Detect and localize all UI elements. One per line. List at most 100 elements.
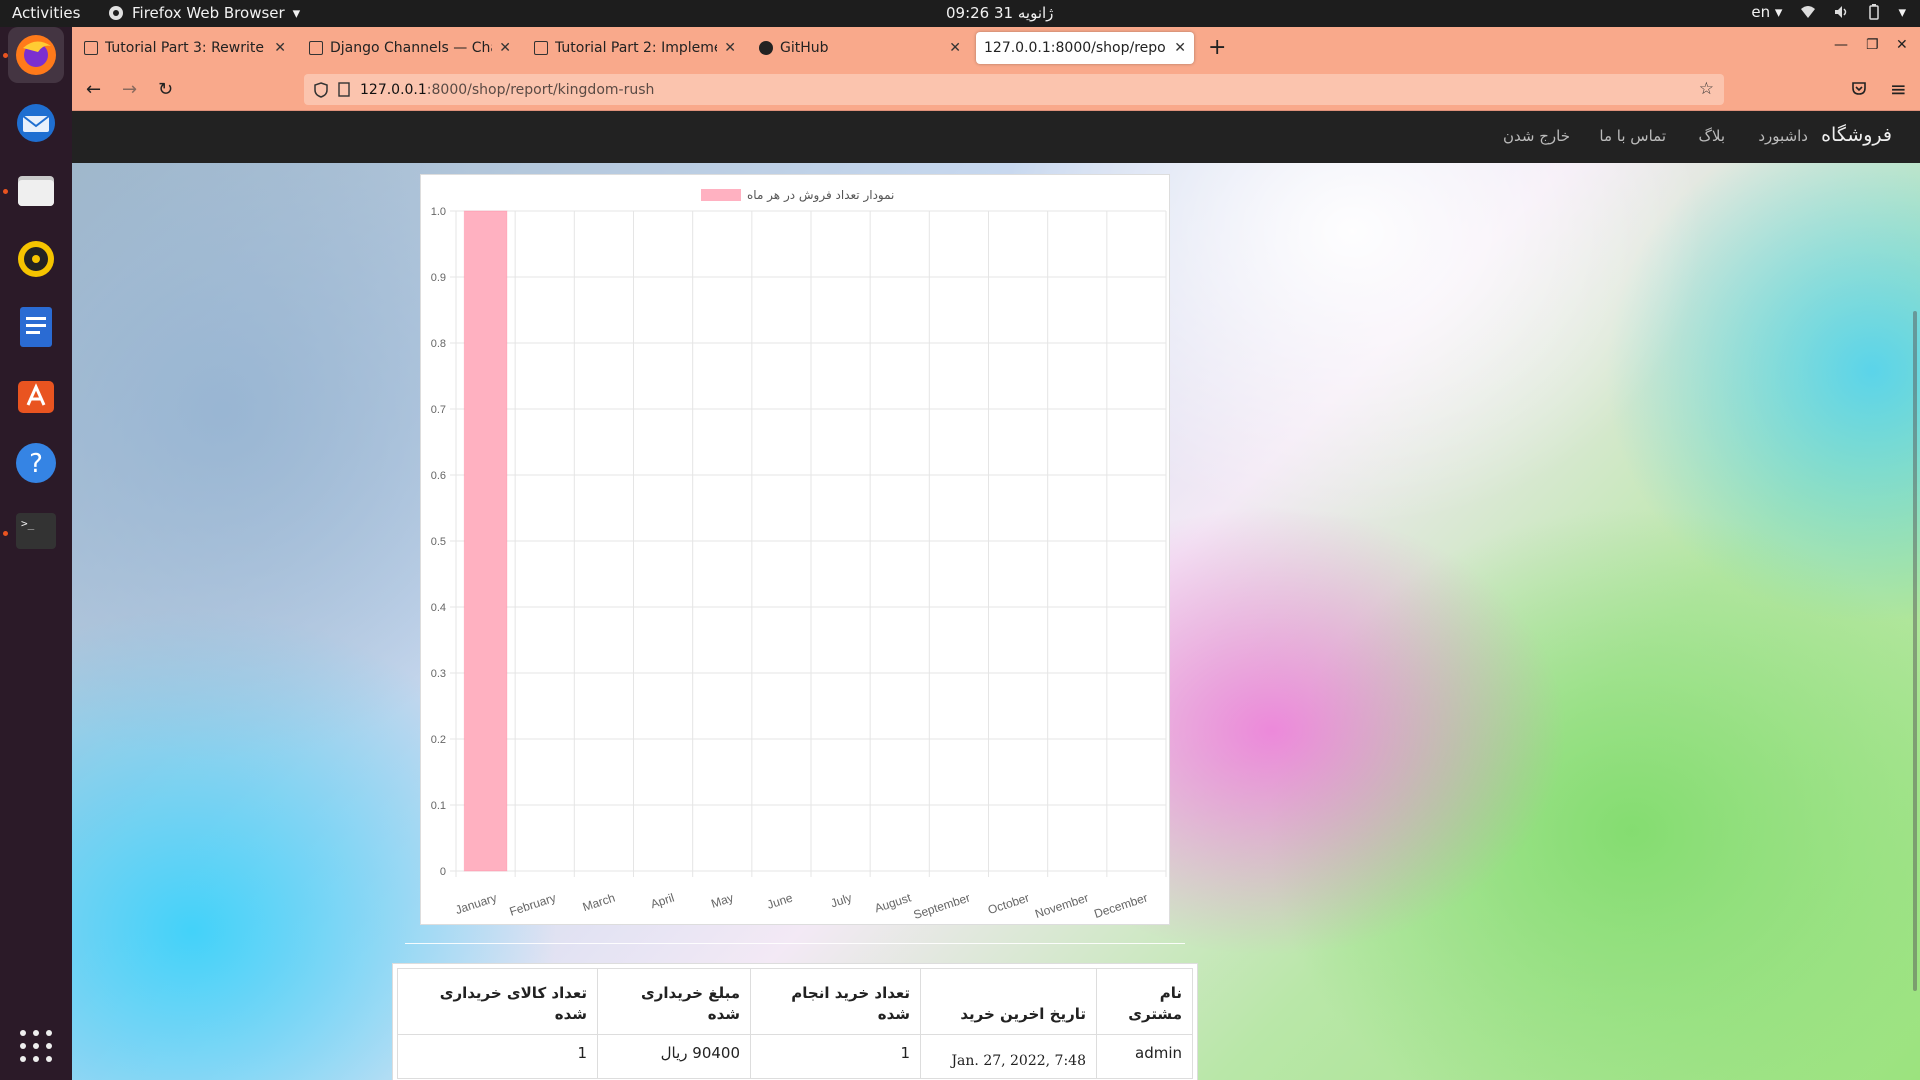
dock-help[interactable]: ? <box>8 435 64 491</box>
system-tray[interactable]: en ▾ ▾ <box>1751 3 1906 21</box>
x-tick-label: May <box>709 891 735 911</box>
col-header-customer: نام مشتری <box>1096 968 1193 1035</box>
close-icon[interactable]: ✕ <box>724 40 736 56</box>
new-tab-button[interactable]: + <box>1208 35 1226 60</box>
ubuntu-dock: ? >_ <box>0 27 72 1080</box>
dock-rhythmbox[interactable] <box>8 231 64 287</box>
tab-tutorial-part-3[interactable]: Tutorial Part 3: Rewrite C ✕ <box>76 32 294 64</box>
svg-text:?: ? <box>29 449 43 479</box>
tab-title: Django Channels — Chan <box>330 40 493 56</box>
cell-customer: admin <box>1096 1034 1193 1079</box>
wifi-icon <box>1801 6 1816 18</box>
firefox-small-icon <box>109 6 123 20</box>
x-tick-label: April <box>649 891 676 912</box>
x-tick-label: March <box>581 891 617 915</box>
x-tick-label: January <box>454 891 499 918</box>
reload-button[interactable]: ↻ <box>158 79 173 100</box>
files-icon <box>18 176 54 206</box>
show-apps-button[interactable] <box>20 1030 52 1062</box>
close-window-button[interactable]: ✕ <box>1896 37 1908 53</box>
x-tick-label: September <box>912 891 972 922</box>
shield-icon[interactable] <box>314 81 328 98</box>
page-icon[interactable] <box>338 82 350 97</box>
system-top-bar: Activities Firefox Web Browser ▾ 09:26 ژ… <box>0 0 1920 27</box>
lang-indicator[interactable]: en ▾ <box>1751 3 1782 21</box>
site-brand[interactable]: فروشگاه <box>1821 124 1892 146</box>
battery-icon <box>1869 4 1880 20</box>
x-tick-label: August <box>873 890 913 915</box>
x-tick-label: December <box>1092 891 1149 921</box>
table-header-row: نام مشتری تاریخ اخرین خرید تعداد خرید ان… <box>397 968 1193 1035</box>
close-icon[interactable]: ✕ <box>1174 40 1186 56</box>
clock[interactable]: 09:26 ژانویه 31 <box>946 4 1053 22</box>
cell-last-purchase: Jan. 27, 2022, 7:48 <box>920 1034 1097 1079</box>
x-tick-label: June <box>765 890 794 911</box>
page-content: فروشگاه داشبورد بلاگ تماس با ما خارج شدن… <box>72 111 1920 1080</box>
col-header-amount: مبلغ خریداری شده <box>597 968 751 1035</box>
y-tick-label: 0 <box>440 866 446 878</box>
nav-link-contact[interactable]: تماس با ما <box>1599 127 1666 145</box>
tab-shop-report[interactable]: 127.0.0.1:8000/shop/report/ ✕ <box>976 32 1194 64</box>
scrollbar-thumb[interactable] <box>1913 311 1917 991</box>
doc-icon <box>309 41 323 55</box>
close-icon[interactable]: ✕ <box>274 40 286 56</box>
app-menu[interactable]: Firefox Web Browser ▾ <box>108 4 300 22</box>
legend-label: نمودار تعداد فروش در هر ماه <box>747 188 894 203</box>
dock-thunderbird[interactable] <box>8 95 64 151</box>
dock-terminal[interactable]: >_ <box>8 503 64 559</box>
table-row: admin Jan. 27, 2022, 7:48 1 90400 ریال 1 <box>397 1034 1193 1079</box>
col-header-last-purchase: تاریخ اخرین خرید <box>920 968 1097 1035</box>
chevron-down-icon: ▾ <box>1898 3 1906 21</box>
running-dot <box>3 189 8 194</box>
tab-github[interactable]: GitHub ✕ <box>751 32 969 64</box>
y-tick-label: 0.9 <box>431 272 446 284</box>
report-table: نام مشتری تاریخ اخرین خرید تعداد خرید ان… <box>397 968 1193 1079</box>
dock-files[interactable] <box>8 163 64 219</box>
tab-bar: Tutorial Part 3: Rewrite C ✕ Django Chan… <box>72 27 1920 69</box>
legend-swatch <box>701 189 741 201</box>
nav-toolbar: ← → ↻ 127.0.0.1:8000/shop/report/kingdom… <box>72 69 1920 111</box>
tab-title: 127.0.0.1:8000/shop/report/ <box>984 40 1168 56</box>
firefox-icon <box>16 35 56 75</box>
tab-title: GitHub <box>780 40 829 56</box>
tab-tutorial-part-2[interactable]: Tutorial Part 2: Implemen ✕ <box>526 32 744 64</box>
sales-chart-card: 0 0.1 0.2 0.3 0.4 0.5 0.6 0.7 0.8 0.9 1.0 January Fe… <box>420 174 1170 925</box>
tab-django-channels[interactable]: Django Channels — Chan ✕ <box>301 32 519 64</box>
url-bar[interactable]: 127.0.0.1:8000/shop/report/kingdom-rush … <box>304 74 1724 105</box>
pocket-icon[interactable] <box>1851 80 1867 96</box>
cell-amount: 90400 ریال <box>597 1034 751 1079</box>
col-header-purchase-count: تعداد خرید انجام شده <box>750 968 921 1035</box>
x-tick-label: November <box>1033 891 1090 921</box>
page-scrollbar[interactable] <box>1908 111 1920 1080</box>
maximize-button[interactable]: ❐ <box>1866 37 1879 53</box>
dock-writer[interactable] <box>8 299 64 355</box>
dock-software[interactable] <box>8 367 64 423</box>
doc-icon <box>534 41 548 55</box>
hamburger-menu-icon[interactable]: ≡ <box>1890 77 1907 101</box>
minimize-button[interactable]: — <box>1834 37 1848 53</box>
nav-link-blog[interactable]: بلاگ <box>1698 127 1725 145</box>
lang-label: en <box>1751 3 1771 21</box>
nav-link-dashboard[interactable]: داشبورد <box>1758 127 1808 145</box>
x-tick-label: February <box>508 891 558 919</box>
github-icon <box>759 41 773 55</box>
doc-icon <box>84 41 98 55</box>
software-center-icon <box>18 381 54 413</box>
y-tick-label: 0.7 <box>431 404 446 416</box>
forward-button[interactable]: → <box>122 79 137 100</box>
writer-icon <box>20 307 52 347</box>
firefox-window: Tutorial Part 3: Rewrite C ✕ Django Chan… <box>72 27 1920 1080</box>
x-tick-label: October <box>986 891 1031 918</box>
y-tick-label: 0.6 <box>431 470 446 482</box>
dock-firefox[interactable] <box>8 27 64 83</box>
x-tick-label: July <box>829 891 854 911</box>
terminal-icon: >_ <box>16 513 56 549</box>
running-dot <box>3 53 8 58</box>
bookmark-star-icon[interactable]: ☆ <box>1699 79 1714 99</box>
back-button[interactable]: ← <box>86 79 101 100</box>
activities-button[interactable]: Activities <box>12 4 80 22</box>
nav-link-logout[interactable]: خارج شدن <box>1503 127 1570 145</box>
y-tick-label: 0.3 <box>431 668 446 680</box>
close-icon[interactable]: ✕ <box>949 40 961 56</box>
close-icon[interactable]: ✕ <box>499 40 511 56</box>
